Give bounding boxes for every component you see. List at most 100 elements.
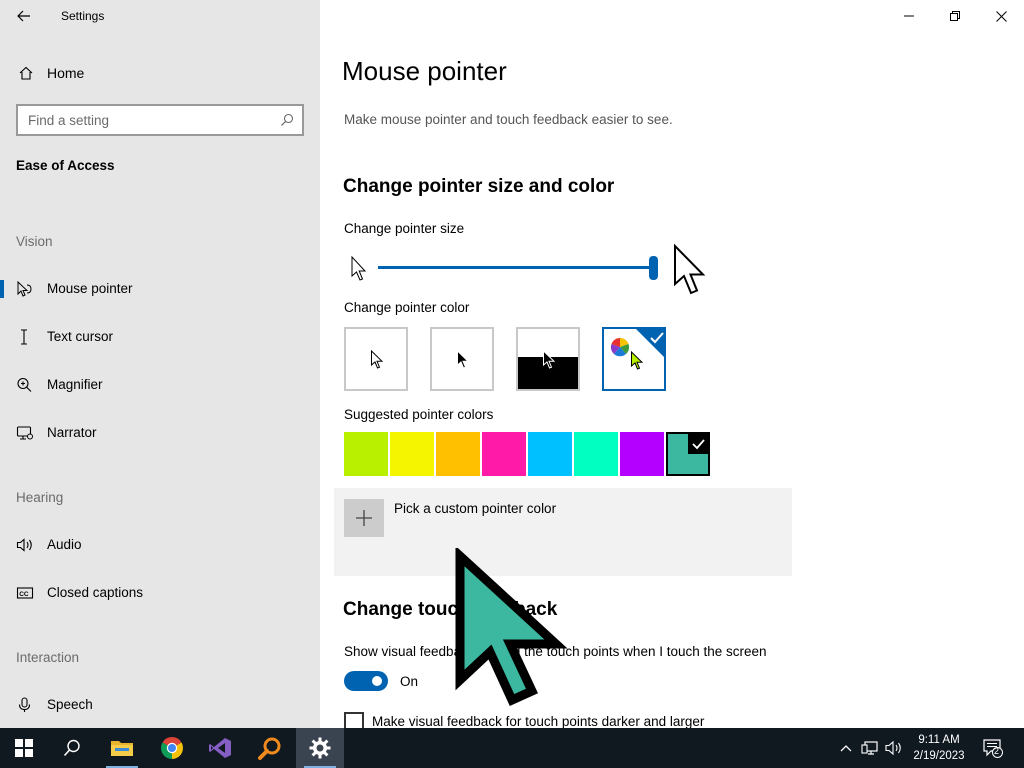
group-heading-interaction: Interaction xyxy=(16,650,80,665)
section-heading-size-color: Change pointer size and color xyxy=(343,176,615,197)
notification-icon xyxy=(983,739,1003,758)
toggle-state-label: On xyxy=(400,674,419,689)
visual-studio-icon xyxy=(209,738,231,758)
group-heading-hearing: Hearing xyxy=(16,490,64,505)
plus-tile xyxy=(344,499,384,537)
touch-feedback-toggle[interactable] xyxy=(344,671,388,691)
pointer-color-inverted-option[interactable] xyxy=(516,327,580,391)
toggle-knob xyxy=(372,676,382,686)
pointer-size-slider[interactable] xyxy=(378,256,660,280)
suggested-color-chip[interactable] xyxy=(482,432,526,476)
narrator-icon xyxy=(16,426,33,440)
section-heading-touch-feedback: Change touch feedback xyxy=(343,599,558,620)
taskbar: 9:11 AM 2/19/2023 2 xyxy=(0,728,1024,768)
sidebar-item-text-cursor[interactable]: Text cursor xyxy=(0,319,320,355)
suggested-color-chip[interactable] xyxy=(390,432,434,476)
file-explorer-icon xyxy=(111,741,133,756)
search-icon[interactable] xyxy=(280,113,294,127)
show-hidden-icons-button[interactable] xyxy=(836,738,856,758)
taskbar-magnifier-app[interactable] xyxy=(246,728,294,768)
volume-button[interactable] xyxy=(884,738,904,758)
restore-icon xyxy=(950,11,960,21)
suggested-color-chip[interactable] xyxy=(574,432,618,476)
taskbar-settings[interactable] xyxy=(296,728,344,768)
sidebar-item-closed-captions[interactable]: CC Closed captions xyxy=(0,575,320,611)
pointer-color-custom-option[interactable] xyxy=(602,327,666,391)
chrome-icon xyxy=(161,737,183,759)
check-icon xyxy=(688,434,708,454)
custom-color-button[interactable]: Pick a custom pointer color xyxy=(334,488,792,576)
taskbar-chrome[interactable] xyxy=(148,728,196,768)
sidebar-item-label: Closed captions xyxy=(47,585,144,600)
taskbar-clock[interactable]: 9:11 AM 2/19/2023 xyxy=(906,732,972,764)
sidebar-item-audio[interactable]: Audio xyxy=(0,527,320,563)
taskbar-search-button[interactable] xyxy=(48,728,96,768)
settings-sidebar: Settings Home Ease of Access Vision Mous… xyxy=(0,0,320,728)
settings-icon xyxy=(309,737,331,759)
svg-text:CC: CC xyxy=(19,591,29,598)
plus-icon xyxy=(356,510,372,526)
network-button[interactable] xyxy=(860,738,880,758)
sidebar-item-label: Narrator xyxy=(47,425,97,440)
taskbar-file-explorer[interactable] xyxy=(98,728,146,768)
minimize-button[interactable] xyxy=(886,0,932,32)
suggested-color-chip[interactable] xyxy=(620,432,664,476)
custom-color-pointer-icon xyxy=(631,351,644,370)
search-field[interactable] xyxy=(16,104,304,136)
page-description: Make mouse pointer and touch feedback ea… xyxy=(344,112,673,127)
windows-start-icon xyxy=(15,739,33,757)
slider-track xyxy=(378,266,654,269)
speech-icon xyxy=(18,697,31,712)
sidebar-item-magnifier[interactable]: Magnifier xyxy=(0,367,320,403)
taskbar-visual-studio[interactable] xyxy=(196,728,244,768)
pointer-color-white-option[interactable] xyxy=(344,327,408,391)
suggested-color-chip[interactable] xyxy=(436,432,480,476)
custom-color-label: Pick a custom pointer color xyxy=(394,501,557,516)
close-icon xyxy=(995,10,1007,22)
back-arrow-icon xyxy=(17,10,30,22)
slider-thumb[interactable] xyxy=(649,256,658,280)
magnifier-app-icon xyxy=(258,737,281,760)
sidebar-item-mouse-pointer[interactable]: Mouse pointer xyxy=(0,271,320,307)
large-pointer-icon xyxy=(674,244,706,295)
search-icon xyxy=(63,739,80,757)
minimize-icon xyxy=(904,15,914,17)
close-button[interactable] xyxy=(978,0,1024,32)
window-title: Settings xyxy=(61,9,105,23)
home-label: Home xyxy=(47,65,85,81)
magnifier-icon xyxy=(17,377,32,392)
group-heading-vision: Vision xyxy=(16,234,53,249)
audio-icon xyxy=(16,538,32,552)
volume-icon xyxy=(885,740,901,756)
sidebar-item-label: Audio xyxy=(47,537,82,552)
sidebar-item-label: Speech xyxy=(47,697,93,712)
sidebar-item-home[interactable]: Home xyxy=(0,58,320,88)
restore-button[interactable] xyxy=(932,0,978,32)
page-title: Mouse pointer xyxy=(342,56,507,86)
suggested-color-chip[interactable] xyxy=(528,432,572,476)
back-button[interactable] xyxy=(14,6,34,26)
sidebar-item-speech[interactable]: Speech xyxy=(0,687,320,723)
suggested-color-chip[interactable] xyxy=(344,432,388,476)
sidebar-item-label: Text cursor xyxy=(47,329,114,344)
suggested-color-chip[interactable] xyxy=(666,432,710,476)
mouse-pointer-icon xyxy=(17,281,32,297)
clock-date: 2/19/2023 xyxy=(913,750,965,762)
sidebar-item-label: Mouse pointer xyxy=(47,281,133,296)
text-cursor-icon xyxy=(21,329,27,345)
sidebar-item-label: Magnifier xyxy=(47,377,103,392)
closed-captions-icon: CC xyxy=(16,587,34,599)
action-center-button[interactable]: 2 xyxy=(983,738,1003,758)
suggested-colors-label: Suggested pointer colors xyxy=(344,407,494,422)
pointer-size-label: Change pointer size xyxy=(344,221,465,236)
color-wheel-icon xyxy=(610,338,630,357)
notification-count: 2 xyxy=(994,746,1000,756)
search-input[interactable] xyxy=(28,110,278,130)
darker-feedback-label: Make visual feedback for touch points da… xyxy=(372,714,705,729)
pointer-color-label: Change pointer color xyxy=(344,300,470,315)
pointer-color-black-option[interactable] xyxy=(430,327,494,391)
chevron-up-icon xyxy=(840,745,852,752)
clock-time: 9:11 AM xyxy=(918,734,960,746)
sidebar-item-narrator[interactable]: Narrator xyxy=(0,415,320,451)
start-button[interactable] xyxy=(0,728,48,768)
